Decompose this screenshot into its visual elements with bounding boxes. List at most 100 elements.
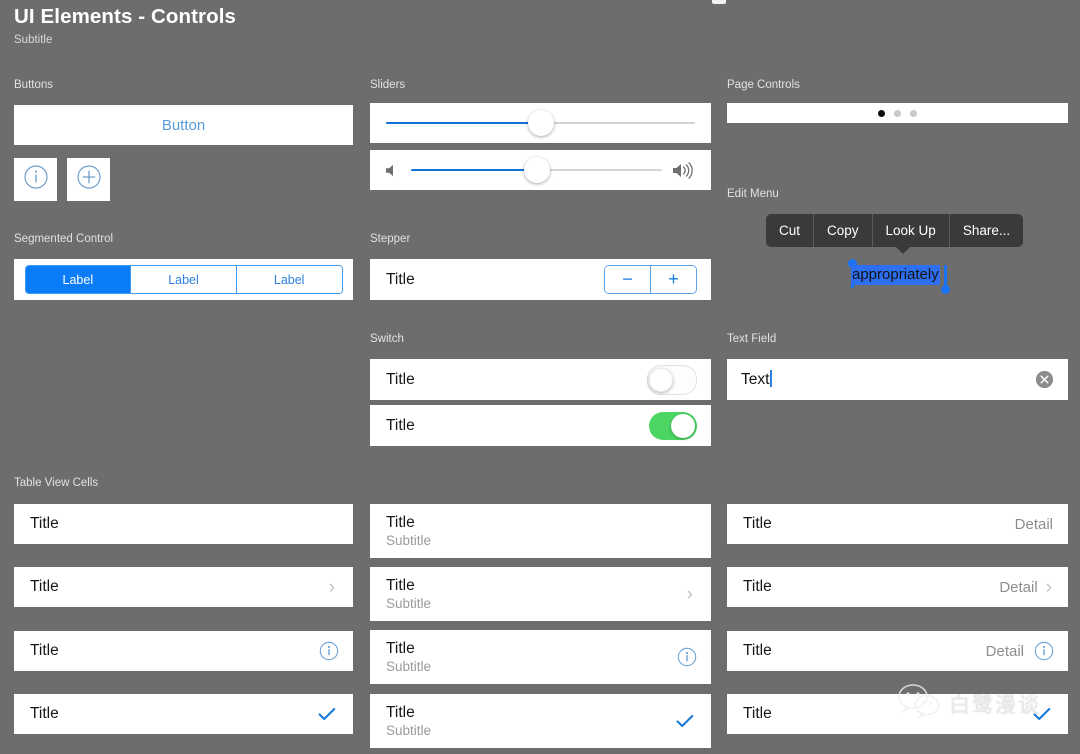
- page-subtitle: Subtitle: [14, 34, 53, 46]
- cell-title: Title: [386, 639, 415, 657]
- section-label-page-controls: Page Controls: [727, 79, 800, 91]
- plus-circle-icon: [76, 164, 102, 195]
- cell-title: Title: [743, 705, 772, 723]
- primary-button-label: Button: [161, 116, 206, 134]
- table-row[interactable]: Title: [14, 694, 353, 734]
- segment-2-label: Label: [273, 272, 305, 287]
- table-row[interactable]: Title: [727, 694, 1068, 734]
- table-row[interactable]: Title ›: [14, 567, 353, 607]
- edit-menu[interactable]: Cut Copy Look Up Share...: [766, 214, 1024, 247]
- text-field-row[interactable]: Text: [727, 359, 1068, 400]
- table-row[interactable]: Title Subtitle ›: [370, 567, 711, 621]
- cell-title: Title: [386, 576, 415, 594]
- add-button[interactable]: [67, 158, 110, 201]
- checkmark-icon: [318, 707, 336, 721]
- section-label-switch: Switch: [370, 333, 404, 345]
- section-label-buttons: Buttons: [14, 79, 53, 91]
- switch-2[interactable]: [649, 411, 697, 440]
- info-button[interactable]: [14, 158, 57, 201]
- stepper-title: Title: [386, 270, 415, 288]
- text-field-input[interactable]: Text: [741, 370, 1036, 389]
- text-cursor: [770, 370, 772, 387]
- table-row[interactable]: Title Detail: [727, 631, 1068, 671]
- text-field-value: Text: [741, 371, 770, 388]
- edit-menu-item-copy[interactable]: Copy: [813, 214, 872, 247]
- cell-detail: Detail: [1014, 515, 1053, 533]
- top-edge-artifact: [712, 0, 726, 4]
- cell-title: Title: [386, 513, 415, 531]
- selected-text[interactable]: appropriately: [851, 265, 940, 285]
- chevron-right-icon: ›: [328, 576, 335, 598]
- checkmark-icon: [1033, 707, 1051, 721]
- segment-1-label: Label: [168, 272, 199, 287]
- slider-row-1: [370, 103, 711, 143]
- switch-2-knob: [671, 413, 695, 438]
- cell-title: Title: [743, 515, 772, 533]
- cell-title: Title: [743, 578, 772, 596]
- section-label-sliders: Sliders: [370, 79, 406, 91]
- switch-row-2: Title: [370, 405, 711, 446]
- ui-elements-controls-page: UI Elements - Controls Subtitle Buttons …: [0, 0, 1080, 754]
- cell-subtitle: Subtitle: [386, 658, 432, 674]
- primary-button[interactable]: Button: [14, 105, 353, 145]
- section-label-segmented-control: Segmented Control: [14, 233, 114, 245]
- stepper-control[interactable]: − +: [604, 265, 697, 294]
- stepper-increment-button[interactable]: +: [650, 266, 696, 293]
- table-row[interactable]: Title: [14, 631, 353, 671]
- segmented-control[interactable]: Label Label Label: [24, 265, 343, 294]
- switch-2-title: Title: [386, 416, 415, 434]
- chevron-right-icon: ›: [1045, 576, 1052, 598]
- segment-0-label: Label: [62, 272, 94, 287]
- table-row[interactable]: Title Subtitle: [370, 694, 711, 748]
- clear-circle-icon[interactable]: [1036, 371, 1053, 388]
- table-row[interactable]: Title: [14, 504, 353, 544]
- cell-title: Title: [30, 705, 59, 723]
- page-title: UI Elements - Controls: [14, 5, 237, 28]
- speaker-low-icon: [384, 163, 401, 178]
- info-circle-icon[interactable]: [319, 641, 339, 661]
- checkmark-icon: [676, 714, 694, 728]
- cell-title: Title: [386, 703, 415, 721]
- cell-title: Title: [30, 515, 59, 533]
- info-circle-icon[interactable]: [1034, 641, 1054, 661]
- table-row[interactable]: Title Subtitle: [370, 504, 711, 558]
- section-label-edit-menu: Edit Menu: [727, 188, 779, 200]
- table-row[interactable]: Title Detail: [727, 504, 1068, 544]
- edit-menu-item-share[interactable]: Share...: [948, 214, 1023, 247]
- slider-2-thumb[interactable]: [523, 157, 550, 183]
- slider-1-fill: [386, 121, 541, 125]
- speaker-high-icon: [672, 161, 699, 180]
- slider-row-2: [370, 150, 711, 190]
- cell-detail: Detail: [999, 578, 1038, 596]
- stepper-row: Title − +: [370, 259, 711, 300]
- edit-menu-item-look-up[interactable]: Look Up: [871, 214, 949, 247]
- table-row[interactable]: Title Detail ›: [727, 567, 1068, 607]
- cell-title: Title: [30, 578, 59, 596]
- slider-1[interactable]: [386, 110, 695, 136]
- slider-2[interactable]: [411, 157, 662, 183]
- page-dot-0[interactable]: [878, 109, 885, 117]
- cell-subtitle: Subtitle: [386, 532, 432, 548]
- page-control[interactable]: [727, 103, 1068, 123]
- segment-1[interactable]: Label: [130, 266, 236, 293]
- segment-2[interactable]: Label: [235, 266, 342, 293]
- segment-0[interactable]: Label: [25, 266, 131, 293]
- section-label-text-field: Text Field: [727, 333, 777, 345]
- section-label-stepper: Stepper: [370, 233, 411, 245]
- page-dot-2[interactable]: [910, 109, 917, 117]
- stepper-decrement-button[interactable]: −: [605, 266, 650, 293]
- cell-subtitle: Subtitle: [386, 722, 432, 738]
- selection-handle-end-knob[interactable]: [941, 285, 950, 294]
- cell-title: Title: [743, 642, 772, 660]
- edit-menu-item-cut[interactable]: Cut: [766, 214, 813, 247]
- switch-1-knob: [649, 367, 673, 392]
- info-circle-icon[interactable]: [677, 647, 697, 667]
- page-dot-1[interactable]: [894, 109, 901, 117]
- slider-1-thumb[interactable]: [527, 110, 554, 136]
- switch-row-1: Title: [370, 359, 711, 400]
- switch-1[interactable]: [647, 364, 697, 395]
- table-row[interactable]: Title Subtitle: [370, 630, 711, 684]
- segmented-control-container: Label Label Label: [14, 259, 353, 300]
- cell-detail: Detail: [985, 642, 1024, 660]
- chevron-right-icon: ›: [686, 583, 693, 605]
